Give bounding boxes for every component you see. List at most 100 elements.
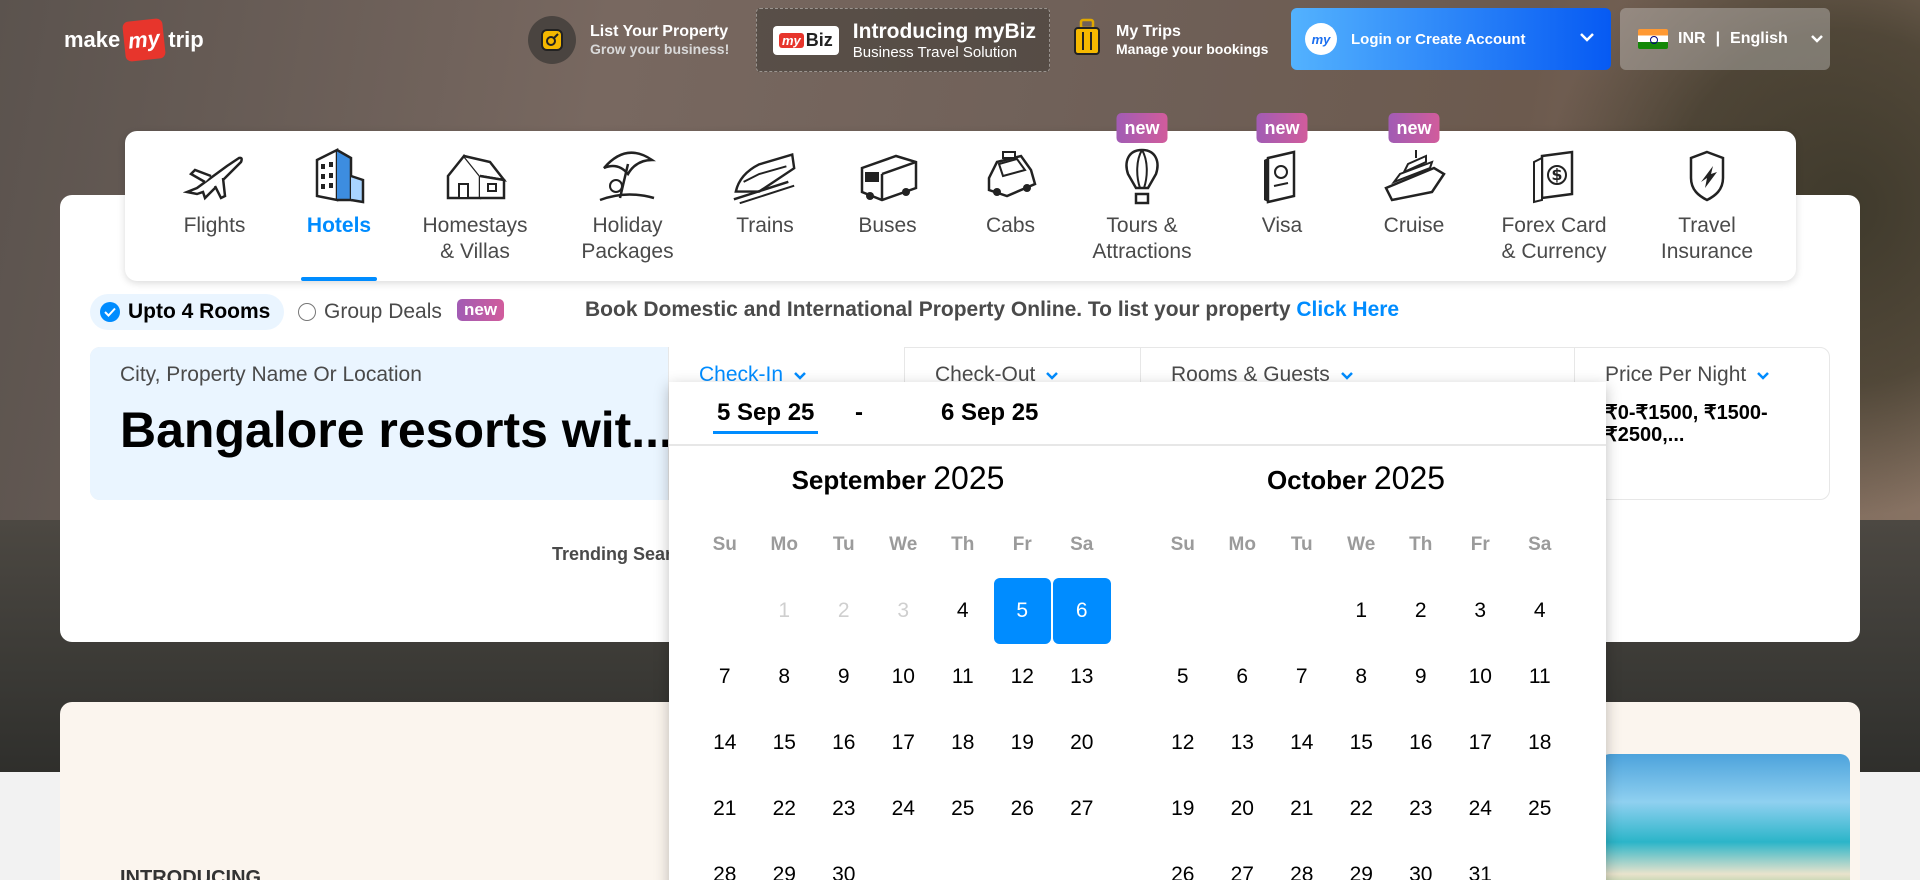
calendar-day[interactable]: 20: [1213, 776, 1273, 842]
weekday-header: Sa: [1528, 534, 1552, 555]
calendar-day[interactable]: 17: [1451, 710, 1511, 776]
calendar-day[interactable]: 8: [1332, 644, 1392, 710]
currency-language-selector[interactable]: INR | English: [1620, 8, 1830, 70]
weekday-header: Th: [1409, 534, 1433, 555]
date-separator: -: [855, 399, 863, 426]
calendar-day[interactable]: 6: [1213, 644, 1273, 710]
calendar-day[interactable]: 15: [1332, 710, 1392, 776]
list-property-link[interactable]: List Your Property Grow your business!: [528, 10, 729, 70]
calendar-day[interactable]: 26: [1153, 842, 1213, 880]
calendar-day[interactable]: 2: [1391, 578, 1451, 644]
calendar-day[interactable]: 5: [993, 578, 1051, 644]
calendar-day[interactable]: 24: [874, 776, 934, 842]
calendar-day[interactable]: 17: [874, 710, 934, 776]
month-grid: Su Mo Tu We Th Fr Sa 1 2 3 4 5 6 7 8 9 10 11 12 13 14 15 16 17 1…: [695, 534, 1127, 880]
city-field[interactable]: City, Property Name Or Location Bangalor…: [90, 347, 673, 500]
nav-trains[interactable]: Trains: [704, 131, 826, 281]
calendar-day[interactable]: 10: [1451, 644, 1511, 710]
calendar-day[interactable]: 23: [1391, 776, 1451, 842]
calendar-day[interactable]: 19: [1153, 776, 1213, 842]
calendar-day[interactable]: 12: [1153, 710, 1213, 776]
my-trips-link[interactable]: My Trips Manage your bookings: [1072, 10, 1268, 70]
nav-forex[interactable]: $ Forex Card & Currency: [1476, 131, 1632, 281]
calendar-day[interactable]: 18: [933, 710, 993, 776]
calendar-day[interactable]: 20: [1052, 710, 1112, 776]
nav-tours-attractions[interactable]: new Tours & Attractions: [1072, 113, 1212, 281]
calendar-day[interactable]: 14: [1272, 710, 1332, 776]
new-badge: new: [1388, 113, 1440, 143]
calendar-day[interactable]: 9: [1391, 644, 1451, 710]
calendar-day[interactable]: 22: [755, 776, 815, 842]
calendar-day[interactable]: 23: [814, 776, 874, 842]
calendar-day[interactable]: 1: [1332, 578, 1392, 644]
calendar-day[interactable]: 14: [695, 710, 755, 776]
calendar-day[interactable]: 9: [814, 644, 874, 710]
calendar-day[interactable]: 30: [1391, 842, 1451, 880]
my-trips-subtitle: Manage your bookings: [1116, 41, 1269, 57]
calendar-day[interactable]: 22: [1332, 776, 1392, 842]
mybiz-promo[interactable]: my Biz Introducing myBiz Business Travel…: [756, 8, 1050, 72]
calendar-day[interactable]: 25: [1510, 776, 1570, 842]
nav-cabs[interactable]: Cabs: [949, 131, 1072, 281]
weekday-header: Su: [1170, 534, 1195, 555]
calendar-day[interactable]: 26: [993, 776, 1053, 842]
calendar-day[interactable]: 15: [755, 710, 815, 776]
calendar-day[interactable]: 11: [933, 644, 993, 710]
nav-holiday-packages[interactable]: Holiday Packages: [551, 131, 704, 281]
calendar-day[interactable]: 3: [1451, 578, 1511, 644]
nav-label-line1: Holiday: [592, 214, 663, 237]
calendar-day[interactable]: 13: [1052, 644, 1112, 710]
calendar-day[interactable]: 31: [1451, 842, 1511, 880]
group-deals-option[interactable]: Group Deals: [298, 294, 442, 330]
calendar-day[interactable]: 7: [1272, 644, 1332, 710]
list-property-prompt: Book Domestic and International Property…: [585, 298, 1399, 322]
weekday-header: We: [1347, 534, 1376, 555]
nav-travel-insurance[interactable]: Travel Insurance: [1632, 131, 1782, 281]
click-here-link[interactable]: Click Here: [1296, 298, 1399, 321]
calendar-day[interactable]: 13: [1213, 710, 1273, 776]
calendar-day[interactable]: 10: [874, 644, 934, 710]
calendar-day[interactable]: 16: [814, 710, 874, 776]
nav-visa[interactable]: new Visa: [1212, 113, 1352, 281]
selected-checkin-date[interactable]: 5 Sep 25: [713, 399, 819, 434]
calendar-day[interactable]: 29: [755, 842, 815, 880]
calendar-day: 1: [778, 599, 791, 622]
beach-promo-image[interactable]: [1600, 754, 1850, 880]
calendar-day[interactable]: 28: [1272, 842, 1332, 880]
calendar-day[interactable]: 30: [814, 842, 874, 880]
calendar-day[interactable]: 28: [695, 842, 755, 880]
calendar-day[interactable]: 21: [1272, 776, 1332, 842]
nav-homestays[interactable]: Homestays & Villas: [399, 131, 551, 281]
calendar-day[interactable]: 29: [1332, 842, 1392, 880]
calendar-day[interactable]: 8: [755, 644, 815, 710]
calendar-day[interactable]: 27: [1213, 842, 1273, 880]
calendar-day: 2: [837, 599, 850, 622]
calendar-day[interactable]: 7: [695, 644, 755, 710]
calendar-day[interactable]: 6: [1053, 578, 1111, 644]
calendar-day[interactable]: 27: [1052, 776, 1112, 842]
calendar-day[interactable]: 19: [993, 710, 1053, 776]
calendar-day[interactable]: 18: [1510, 710, 1570, 776]
calendar-day[interactable]: 25: [933, 776, 993, 842]
calendar-day[interactable]: 11: [1510, 644, 1570, 710]
list-property-title: List Your Property: [590, 23, 729, 40]
nav-label-line2: & Currency: [1501, 240, 1607, 263]
calendar-day[interactable]: 12: [993, 644, 1053, 710]
insurance-shield-icon: [1672, 145, 1742, 207]
month-name: September: [791, 465, 926, 495]
nav-flights[interactable]: Flights: [150, 131, 279, 281]
nav-label-line2: Attractions: [1092, 240, 1192, 263]
calendar-day[interactable]: 21: [695, 776, 755, 842]
makemytrip-logo[interactable]: make my trip: [64, 18, 204, 62]
calendar-day[interactable]: 5: [1153, 644, 1213, 710]
calendar-day[interactable]: 24: [1451, 776, 1511, 842]
login-button[interactable]: my Login or Create Account: [1291, 8, 1611, 70]
nav-hotels[interactable]: Hotels: [279, 131, 399, 281]
selected-checkout-date[interactable]: 6 Sep 25: [941, 399, 1038, 427]
nav-cruise[interactable]: new Cruise: [1352, 113, 1476, 281]
calendar-day[interactable]: 4: [1510, 578, 1570, 644]
calendar-day[interactable]: 16: [1391, 710, 1451, 776]
calendar-day[interactable]: 4: [933, 578, 993, 644]
nav-buses[interactable]: Buses: [826, 131, 949, 281]
upto-4-rooms-option[interactable]: Upto 4 Rooms: [90, 294, 285, 330]
